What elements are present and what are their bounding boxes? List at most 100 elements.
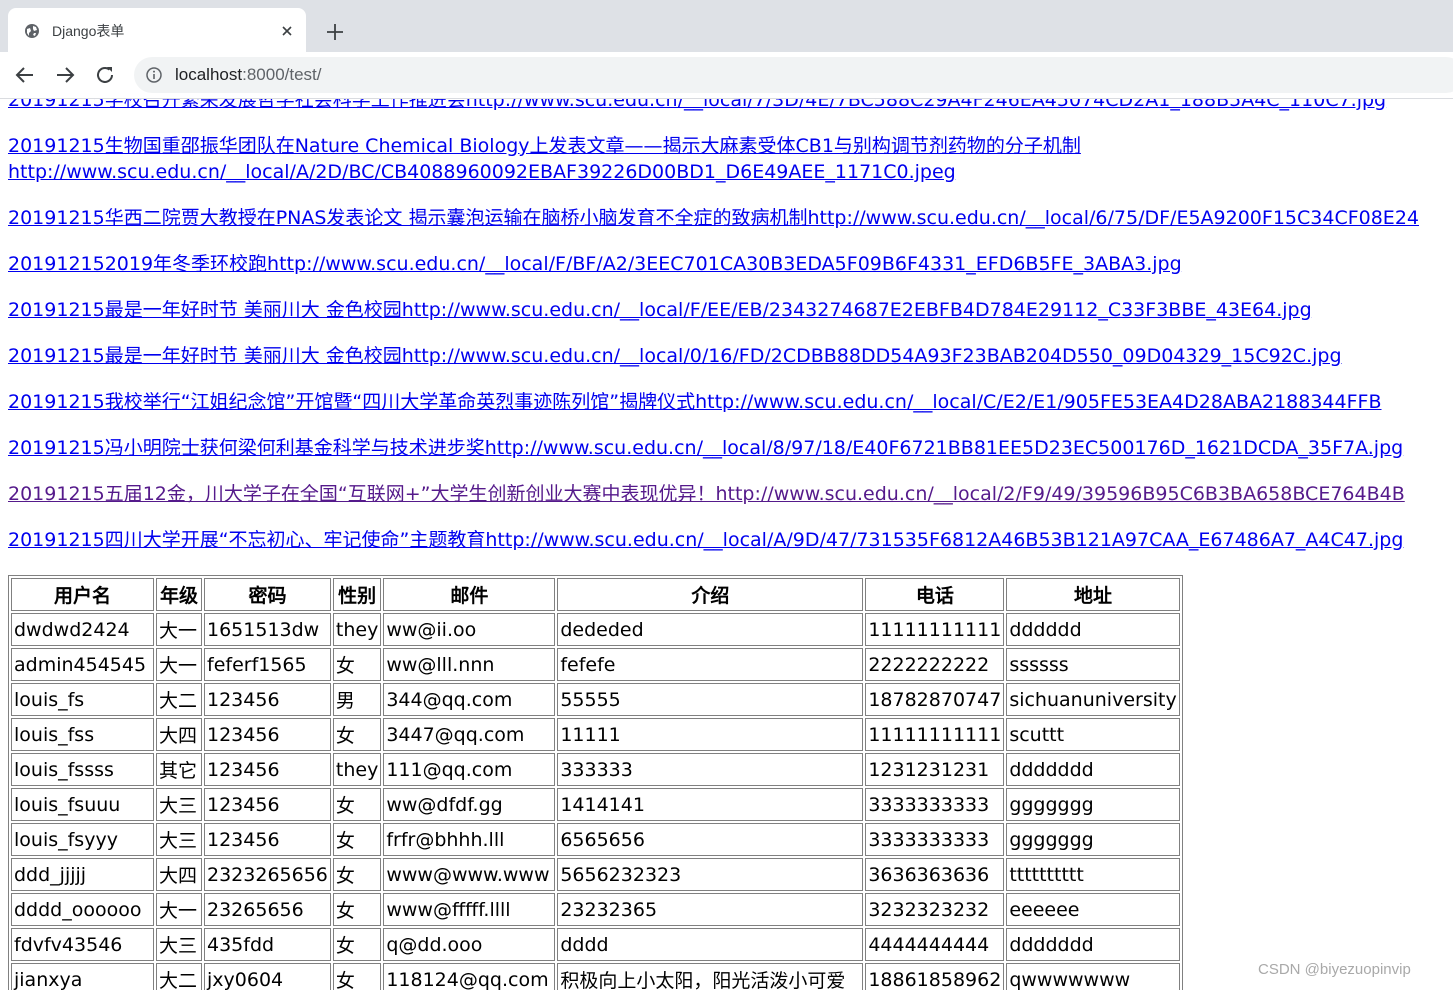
cell-address: tttttttttt: [1006, 858, 1180, 891]
news-link[interactable]: 20191215冯小明院士获何梁何利基金科学与技术进步奖http://www.s…: [8, 437, 1403, 459]
cell-intro: dededed: [557, 613, 864, 646]
cell-password: 123456: [204, 753, 331, 786]
table-row: dwdwd2424 大一 1651513dw they ww@ii.oo dededed 1…: [11, 613, 1180, 646]
cell-grade: 大四: [156, 718, 202, 751]
table-row: louis_fsuuu 大三 123456 女 ww@dfdf.gg 1414141 333…: [11, 788, 1180, 821]
cell-username: louis_fss: [11, 718, 154, 751]
cell-grade: 其它: [156, 753, 202, 786]
cell-username: admin454545: [11, 648, 154, 681]
url-text[interactable]: localhost:8000/test/: [175, 65, 322, 85]
cell-password: 23265656: [204, 893, 331, 926]
url-path: :8000/test/: [242, 65, 322, 84]
news-link[interactable]: 20191215学校召开繁荣发展哲学社会科学工作推进会http://www.sc…: [8, 99, 1386, 111]
cell-password: 123456: [204, 683, 331, 716]
cell-password: feferf1565: [204, 648, 331, 681]
news-link-list: 20191215学校召开繁荣发展哲学社会科学工作推进会http://www.sc…: [8, 99, 1453, 573]
news-link[interactable]: 201912152019年冬季环校跑http://www.scu.edu.cn/…: [8, 253, 1182, 275]
table-row: dddd_oooooo 大一 23265656 女 www@fffff.llll 2323…: [11, 893, 1180, 926]
back-arrow-icon[interactable]: [13, 63, 37, 87]
column-header-username: 用户名: [11, 578, 154, 611]
table-row: admin454545 大一 feferf1565 女 ww@lll.nnn fefefe…: [11, 648, 1180, 681]
cell-intro: 积极向上小太阳，阳光活泼小可爱: [557, 963, 864, 990]
browser-toolbar: localhost:8000/test/: [0, 52, 1453, 99]
close-icon[interactable]: [278, 22, 296, 40]
cell-intro: dddd: [557, 928, 864, 961]
cell-username: dwdwd2424: [11, 613, 154, 646]
cell-intro: 55555: [557, 683, 864, 716]
cell-address: dddddd: [1006, 613, 1180, 646]
cell-grade: 大三: [156, 928, 202, 961]
news-link[interactable]: 20191215我校举行“江姐纪念馆”开馆暨“四川大学革命英烈事迹陈列馆”揭牌仪…: [8, 391, 1382, 413]
page-viewport: 20191215学校召开繁荣发展哲学社会科学工作推进会http://www.sc…: [0, 99, 1453, 990]
cell-password: 123456: [204, 823, 331, 856]
cell-email: 111@qq.com: [383, 753, 556, 786]
cell-gender: 女: [332, 928, 382, 961]
news-link[interactable]: 20191215生物国重邵振华团队在Nature Chemical Biolog…: [8, 135, 1081, 183]
cell-email: ww@lll.nnn: [383, 648, 556, 681]
cell-grade: 大二: [156, 683, 202, 716]
cell-password: 123456: [204, 718, 331, 751]
cell-intro: 11111: [557, 718, 864, 751]
cell-phone: 3636363636: [865, 858, 1005, 891]
cell-email: www@fffff.llll: [383, 893, 556, 926]
cell-phone: 11111111111: [865, 613, 1005, 646]
list-item: 20191215华西二院贾大教授在PNAS发表论文 揭示囊泡运输在脑桥小脑发育不…: [8, 205, 1453, 231]
address-bar[interactable]: localhost:8000/test/: [134, 57, 1453, 93]
list-item: 20191215五届12金，川大学子在全国“互联网+”大学生创新创业大赛中表现优…: [8, 481, 1453, 507]
cell-phone: 18861858962: [865, 963, 1005, 990]
table-row: ddd_jjjjj 大四 2323265656 女 www@www.www 5656232…: [11, 858, 1180, 891]
cell-gender: 女: [332, 648, 382, 681]
cell-email: 118124@qq.com: [383, 963, 556, 990]
list-item: 20191215最是一年好时节 美丽川大 金色校园http://www.scu.…: [8, 297, 1453, 323]
cell-intro: 5656232323: [557, 858, 864, 891]
cell-grade: 大一: [156, 613, 202, 646]
cell-username: louis_fssss: [11, 753, 154, 786]
cell-phone: 2222222222: [865, 648, 1005, 681]
info-icon[interactable]: [146, 67, 162, 83]
column-header-email: 邮件: [383, 578, 556, 611]
cell-gender: 女: [332, 963, 382, 990]
table-row: fdvfv43546 大三 435fdd 女 q@dd.ooo dddd 444444444…: [11, 928, 1180, 961]
globe-icon: [25, 24, 39, 38]
table-row: louis_fssss 其它 123456 they 111@qq.com 333333 1…: [11, 753, 1180, 786]
news-link[interactable]: 20191215最是一年好时节 美丽川大 金色校园http://www.scu.…: [8, 299, 1312, 321]
cell-email: www@www.www: [383, 858, 556, 891]
cell-email: q@dd.ooo: [383, 928, 556, 961]
cell-intro: fefefe: [557, 648, 864, 681]
cell-address: sichuanuniversity: [1006, 683, 1180, 716]
cell-email: 344@qq.com: [383, 683, 556, 716]
watermark: CSDN @biyezuopinvip: [1258, 961, 1411, 978]
cell-phone: 3232323232: [865, 893, 1005, 926]
cell-grade: 大三: [156, 788, 202, 821]
column-header-gender: 性别: [332, 578, 382, 611]
cell-phone: 3333333333: [865, 823, 1005, 856]
cell-gender: 女: [332, 788, 382, 821]
cell-gender: 男: [332, 683, 382, 716]
cell-address: ggggggg: [1006, 788, 1180, 821]
table-header-row: 用户名 年级 密码 性别 邮件 介绍 电话 地址: [11, 578, 1180, 611]
list-item: 201912152019年冬季环校跑http://www.scu.edu.cn/…: [8, 251, 1453, 277]
news-link[interactable]: 20191215四川大学开展“不忘初心、牢记使命”主题教育http://www.…: [8, 529, 1403, 551]
cell-password: 1651513dw: [204, 613, 331, 646]
browser-tab[interactable]: Django表单: [8, 8, 306, 52]
cell-username: louis_fsyyy: [11, 823, 154, 856]
news-link[interactable]: 20191215华西二院贾大教授在PNAS发表论文 揭示囊泡运输在脑桥小脑发育不…: [8, 207, 1419, 229]
news-link[interactable]: 20191215五届12金，川大学子在全国“互联网+”大学生创新创业大赛中表现优…: [8, 483, 1405, 505]
news-link[interactable]: 20191215最是一年好时节 美丽川大 金色校园http://www.scu.…: [8, 345, 1342, 367]
cell-email: ww@ii.oo: [383, 613, 556, 646]
cell-grade: 大一: [156, 648, 202, 681]
cell-username: fdvfv43546: [11, 928, 154, 961]
cell-gender: 女: [332, 893, 382, 926]
cell-grade: 大一: [156, 893, 202, 926]
cell-username: jianxya: [11, 963, 154, 990]
column-header-grade: 年级: [156, 578, 202, 611]
list-item: 20191215我校举行“江姐纪念馆”开馆暨“四川大学革命英烈事迹陈列馆”揭牌仪…: [8, 389, 1453, 415]
new-tab-icon[interactable]: [322, 19, 348, 45]
cell-username: dddd_oooooo: [11, 893, 154, 926]
cell-address: ggggggg: [1006, 823, 1180, 856]
forward-arrow-icon[interactable]: [53, 63, 77, 87]
cell-address: scuttt: [1006, 718, 1180, 751]
cell-address: ssssss: [1006, 648, 1180, 681]
cell-grade: 大三: [156, 823, 202, 856]
reload-icon[interactable]: [93, 63, 117, 87]
